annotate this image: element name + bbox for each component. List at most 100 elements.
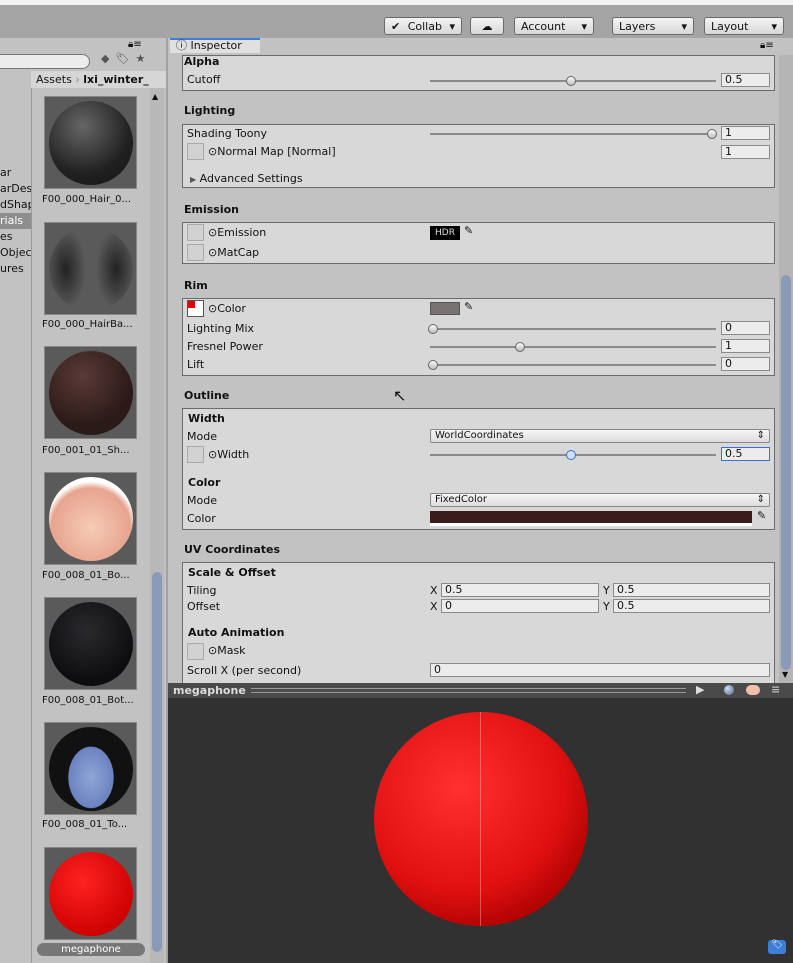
inspector-lock-icon[interactable]: 🔒︎≡ [760,40,774,51]
slider-knob[interactable] [428,360,438,370]
object-picker-icon[interactable]: ⊙ [208,302,217,315]
tree-item[interactable]: dShap [0,197,31,213]
tree-item[interactable]: arDes [0,181,31,197]
outline-color-swatch[interactable] [430,511,752,526]
object-picker-icon[interactable]: ⊙ [208,644,217,657]
asset-label-icon[interactable]: 🏷︎ [768,940,786,954]
asset-thumbnail[interactable] [44,597,137,690]
cloud-button[interactable]: ☁ [470,17,504,35]
tree-item-selected[interactable]: rials [0,213,31,229]
breadcrumb-folder[interactable]: lxi_winter_ [83,73,149,86]
play-icon[interactable]: ▶ [696,683,704,696]
light-toggle-icon[interactable] [746,685,760,695]
scroll-down-icon[interactable]: ▼ [782,670,788,679]
lighting-mix-slider[interactable] [428,324,716,334]
asset-label-selected: megaphone [37,943,145,956]
account-button[interactable]: Account ▾ [514,17,594,35]
lighting-mix-field[interactable]: 0 [721,321,770,335]
eyedropper-icon[interactable]: ✎ [757,509,766,522]
material-preview[interactable]: 🏷︎ [168,698,793,963]
emission-hdr-color[interactable]: HDR [430,226,460,240]
tiling-x-field[interactable]: 0.5 [441,583,599,597]
object-picker-icon[interactable]: ⊙ [208,448,217,461]
project-search-input[interactable] [0,54,90,69]
slider-knob[interactable] [515,342,525,352]
normal-map-label: Normal Map [Normal] [217,145,336,158]
slider-knob[interactable] [428,324,438,334]
lift-slider[interactable] [428,360,716,370]
asset-thumbnail[interactable] [44,222,137,315]
advanced-settings-foldout[interactable]: ▶ Advanced Settings [190,172,303,185]
mouse-cursor-icon: ↖ [393,386,407,405]
lift-field[interactable]: 0 [721,357,770,371]
object-picker-icon[interactable]: ⊙ [208,226,217,239]
asset-thumbnail-selected[interactable] [44,847,137,940]
tiling-y-field[interactable]: 0.5 [613,583,770,597]
asset-thumbnail[interactable] [44,722,137,815]
normal-map-texture-slot[interactable] [187,143,204,160]
color-mode-dropdown[interactable]: FixedColor ⇕ [430,493,770,507]
slider-knob[interactable] [566,76,576,86]
object-picker-icon[interactable]: ⊙ [208,145,217,158]
tab-inspector[interactable]: ⓘ Inspector [170,38,260,53]
object-picker-icon[interactable]: ⊙ [208,246,217,259]
mask-texture-slot[interactable] [187,643,204,660]
asset-label: F00_008_01_Bot... [42,695,134,706]
lock-icon[interactable]: 🔒︎≡ [128,39,142,50]
label-icon[interactable]: 🏷︎ [115,52,129,70]
sphere-preview-icon[interactable] [724,685,734,695]
rim-color-swatch[interactable] [430,302,460,315]
section-title: Lighting [184,104,236,117]
fresnel-power-field[interactable]: 1 [721,339,770,353]
matcap-texture-slot[interactable] [187,244,204,261]
preview-drag-handle[interactable] [251,688,686,693]
slider-knob[interactable] [566,450,576,460]
tree-item[interactable]: ar [0,165,31,181]
offset-x-field[interactable]: 0 [441,599,599,613]
slider-knob[interactable] [707,129,717,139]
x-label: X [430,600,438,613]
asset-thumbnail[interactable] [44,96,137,189]
scroll-x-field[interactable]: 0 [430,663,770,677]
offset-label: Offset [187,600,221,613]
outline-width-slider[interactable] [430,450,716,460]
fresnel-power-slider[interactable] [430,342,716,352]
scroll-thumb[interactable] [152,572,162,952]
asset-thumbnail[interactable] [44,472,137,565]
tiling-label: Tiling [187,584,217,597]
preview-header: megaphone ▶ ≡ [168,683,793,698]
layout-dropdown[interactable]: Layout ▾ [704,17,784,35]
scroll-thumb[interactable] [781,275,791,670]
shading-toony-slider[interactable] [430,129,717,139]
cutoff-slider[interactable] [430,76,716,86]
inspector-scrollbar[interactable]: ▼ [779,55,793,683]
scroll-up-icon[interactable]: ▲ [152,92,158,101]
normal-map-field[interactable]: 1 [721,145,770,159]
dropdown-arrow-icon: ▾ [581,19,587,33]
outline-width-field[interactable]: 0.5 [721,447,770,461]
tree-item[interactable]: ures [0,261,31,277]
collab-button[interactable]: ✔ Collab ▾ [384,17,462,35]
tree-item[interactable]: Objec [0,245,31,261]
offset-y-field[interactable]: 0.5 [613,599,770,613]
asset-thumbnail[interactable] [44,346,137,439]
breadcrumb: Assets › lxi_winter_ [31,71,166,88]
eyedropper-icon[interactable]: ✎ [464,300,473,313]
filter-type-icon[interactable]: ◆ [101,52,109,70]
shading-toony-field[interactable]: 1 [721,126,770,140]
matcap-label: MatCap [217,246,260,259]
favorite-star-icon[interactable]: ★ [135,52,145,70]
cutoff-field[interactable]: 0.5 [721,73,770,87]
rim-texture-slot[interactable] [187,300,204,317]
tree-item[interactable]: es [0,229,31,245]
project-scrollbar[interactable]: ▲ [150,88,164,963]
breadcrumb-assets[interactable]: Assets [36,73,72,86]
check-icon: ✔ [391,19,401,33]
width-texture-slot[interactable] [187,446,204,463]
width-mode-dropdown[interactable]: WorldCoordinates ⇕ [430,429,770,443]
eyedropper-icon[interactable]: ✎ [464,224,473,237]
menu-icon[interactable]: ≡ [771,683,780,696]
info-icon: ⓘ [176,39,187,52]
layers-dropdown[interactable]: Layers ▾ [612,17,694,35]
emission-texture-slot[interactable] [187,224,204,241]
